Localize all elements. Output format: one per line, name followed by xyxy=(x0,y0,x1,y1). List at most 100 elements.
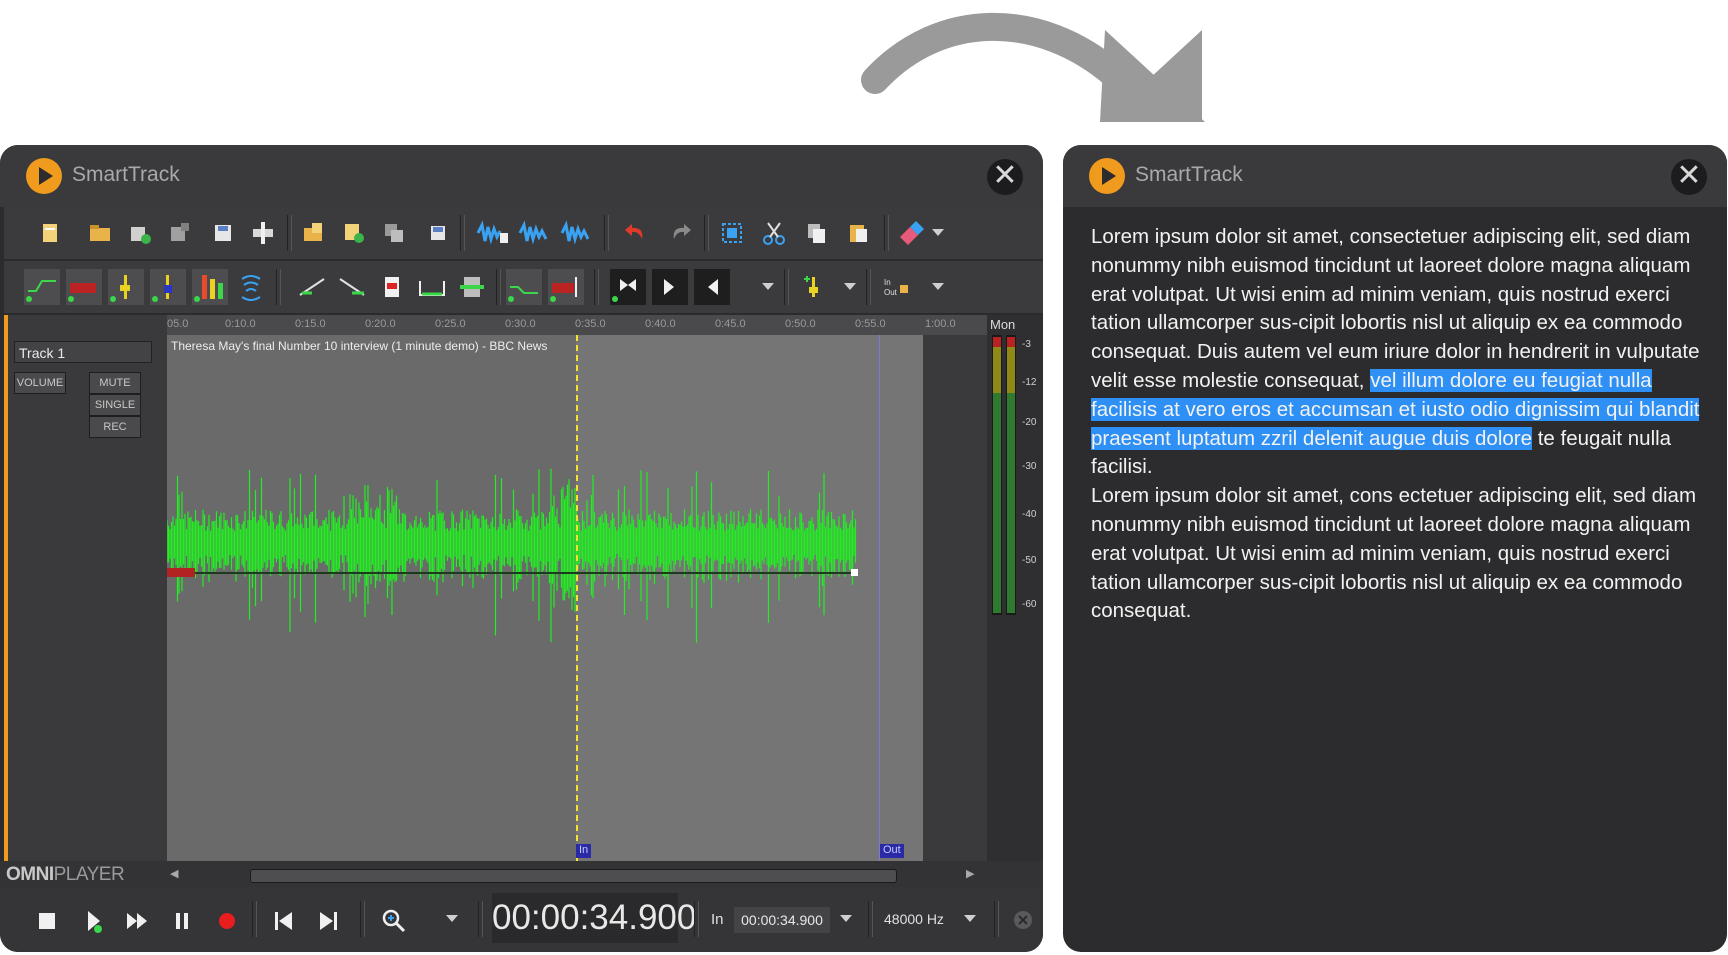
marker-blue-icon[interactable] xyxy=(150,269,186,305)
track-color-strip xyxy=(4,315,8,861)
mute-button[interactable]: MUTE xyxy=(89,372,141,394)
save-project-icon[interactable] xyxy=(424,219,452,247)
play-to-end-icon[interactable] xyxy=(652,269,688,305)
paste-icon[interactable] xyxy=(844,219,872,247)
transport-separator xyxy=(694,901,699,937)
add-project-icon[interactable] xyxy=(340,219,368,247)
smarttrack-logo-icon xyxy=(26,158,62,194)
sample-rate-dropdown[interactable] xyxy=(964,915,976,922)
record-icon[interactable] xyxy=(213,907,241,935)
loop-play-icon[interactable] xyxy=(610,269,646,305)
zoom-dropdown[interactable] xyxy=(446,915,458,922)
toolbar-more-dropdown[interactable] xyxy=(932,229,944,236)
disconnect-icon[interactable] xyxy=(1012,909,1034,931)
clip-title: Theresa May's final Number 10 interview … xyxy=(171,339,548,353)
trim-icon[interactable] xyxy=(378,273,406,301)
waveform[interactable] xyxy=(167,465,923,685)
save-icon[interactable] xyxy=(209,219,237,247)
in-out-lock-icon[interactable]: InOut xyxy=(882,273,910,301)
fast-forward-icon[interactable] xyxy=(124,907,152,935)
scroll-left-icon[interactable]: ◀ xyxy=(170,867,178,880)
open-folder-icon[interactable] xyxy=(86,219,114,247)
skip-forward-icon[interactable] xyxy=(314,907,342,935)
skip-back-icon[interactable] xyxy=(270,907,298,935)
playhead[interactable] xyxy=(576,335,578,861)
marker-dropdown[interactable] xyxy=(844,283,856,290)
select-all-icon[interactable] xyxy=(718,219,746,247)
broadcast-icon[interactable] xyxy=(236,271,266,303)
new-file-icon[interactable] xyxy=(36,219,64,247)
close-button[interactable]: ✕ xyxy=(1671,159,1707,195)
close-button[interactable]: ✕ xyxy=(987,159,1023,195)
volume-button[interactable]: VOLUME xyxy=(14,372,66,394)
ruler-tick: 0:50.0 xyxy=(785,318,816,330)
toolbar-separator xyxy=(704,215,709,251)
in-point-field[interactable]: 00:00:34.900 xyxy=(734,907,830,933)
title-bar: SmartTrack ✕ xyxy=(0,145,1043,207)
track-header-panel: Track 1 VOLUME MUTE SINGLE REC xyxy=(8,315,167,861)
play-icon[interactable] xyxy=(80,907,108,935)
lock-dropdown[interactable] xyxy=(932,283,944,290)
meter-scale-label: -40 xyxy=(1022,509,1037,520)
time-ruler[interactable]: 05.0 0:10.0 0:15.0 0:20.0 0:25.0 0:30.0 … xyxy=(167,315,987,335)
level-meter-icon[interactable] xyxy=(192,269,228,305)
fade-in-icon[interactable] xyxy=(298,273,326,301)
open-project-icon[interactable] xyxy=(300,219,328,247)
single-button[interactable]: SINGLE xyxy=(89,394,141,416)
eraser-icon[interactable] xyxy=(896,219,924,247)
undo-icon[interactable] xyxy=(622,219,650,247)
in-marker[interactable]: In xyxy=(576,844,592,858)
copy-project-icon[interactable] xyxy=(380,219,408,247)
scroll-right-icon[interactable]: ▶ xyxy=(966,867,974,880)
play-mode-dropdown[interactable] xyxy=(762,283,774,290)
zoom-icon[interactable] xyxy=(380,907,408,935)
track-name[interactable]: Track 1 xyxy=(14,341,152,363)
ruler-tick: 05.0 xyxy=(167,318,189,330)
transport-bar: 00:00:34.900 In 00:00:34.900 48000 Hz xyxy=(0,887,1043,952)
properties-icon[interactable] xyxy=(249,219,277,247)
ruler-tick: 0:20.0 xyxy=(365,318,396,330)
wave-merge-icon[interactable] xyxy=(560,219,594,247)
import-icon[interactable] xyxy=(126,219,154,247)
play-from-start-icon[interactable] xyxy=(694,269,730,305)
add-marker-icon[interactable] xyxy=(800,273,828,301)
wave-insert-icon[interactable] xyxy=(476,219,510,247)
scroll-bar-row: OMNIPLAYER ◀ ▶ xyxy=(0,861,1043,887)
ruler-tick: 0:45.0 xyxy=(715,318,746,330)
level-meter-right xyxy=(1006,335,1016,615)
smarttrack-text-window: SmartTrack ✕ Lorem ipsum dolor sit amet,… xyxy=(1063,145,1727,952)
waveform-path xyxy=(167,468,857,643)
gain-display-icon[interactable] xyxy=(66,269,102,305)
snap-icon[interactable] xyxy=(506,269,542,305)
horizontal-scrollbar[interactable] xyxy=(250,869,897,883)
out-point-line[interactable] xyxy=(879,335,880,861)
marker-yellow-icon[interactable] xyxy=(108,269,144,305)
silence-icon[interactable] xyxy=(418,273,446,301)
rec-button[interactable]: REC xyxy=(89,416,141,438)
envelope-handle[interactable] xyxy=(851,569,858,576)
in-label: In xyxy=(711,911,724,928)
redo-icon[interactable] xyxy=(666,219,694,247)
toolbar-separator xyxy=(276,269,281,305)
out-marker[interactable]: Out xyxy=(880,844,904,858)
normalize-icon[interactable] xyxy=(458,273,486,301)
envelope-volume-icon[interactable] xyxy=(24,269,60,305)
copy-icon[interactable] xyxy=(802,219,830,247)
export-icon[interactable] xyxy=(166,219,194,247)
wave-split-icon[interactable] xyxy=(518,219,552,247)
transcript-text[interactable]: Lorem ipsum dolor sit amet, consectetuer… xyxy=(1091,223,1711,626)
fade-out-icon[interactable] xyxy=(338,273,366,301)
in-point-dropdown[interactable] xyxy=(840,915,852,922)
stop-icon[interactable] xyxy=(33,907,61,935)
toolbar-separator xyxy=(784,269,789,305)
transcript-paragraph-2: Lorem ipsum dolor sit amet, cons ectetue… xyxy=(1091,484,1697,623)
toolbar-separator xyxy=(604,215,609,251)
transport-separator xyxy=(252,901,257,937)
cut-icon[interactable] xyxy=(760,219,788,247)
ruler-tick: 0:35.0 xyxy=(575,318,606,330)
meter-scale-label: -12 xyxy=(1022,377,1037,388)
record-level-icon[interactable] xyxy=(548,269,584,305)
title-bar: SmartTrack ✕ xyxy=(1063,145,1727,207)
sample-rate[interactable]: 48000 Hz xyxy=(884,911,944,927)
pause-icon[interactable] xyxy=(168,907,196,935)
